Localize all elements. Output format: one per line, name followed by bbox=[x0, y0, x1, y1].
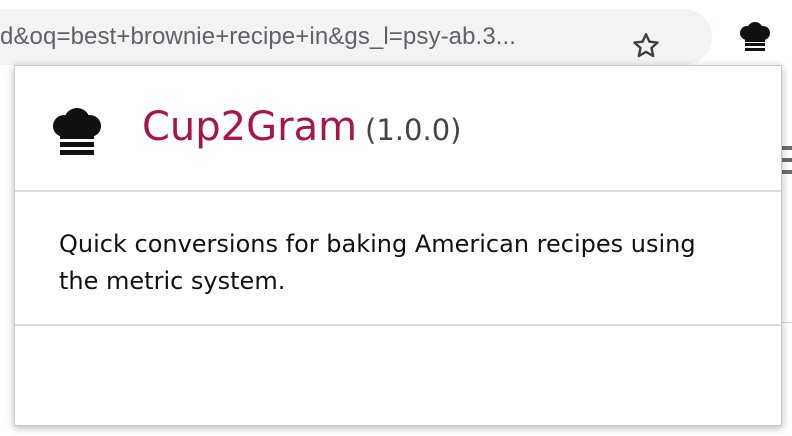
app-version: (1.0.0) bbox=[365, 113, 462, 147]
popup-footer bbox=[15, 326, 781, 425]
page-divider bbox=[782, 322, 792, 323]
app-name: Cup2Gram bbox=[142, 104, 358, 150]
popup-body: Quick conversions for baking American re… bbox=[15, 192, 781, 326]
popup-title: Cup2Gram (1.0.0) bbox=[142, 104, 461, 150]
app-description: Quick conversions for baking American re… bbox=[59, 230, 696, 295]
chef-hat-icon[interactable] bbox=[738, 22, 772, 52]
popup-header: Cup2Gram (1.0.0) bbox=[15, 66, 781, 192]
url-text[interactable]: d&oq=best+brownie+recipe+in&gs_l=psy-ab.… bbox=[0, 9, 612, 65]
chef-hat-icon bbox=[53, 108, 101, 155]
extension-popup: Cup2Gram (1.0.0) Quick conversions for ba… bbox=[14, 65, 782, 426]
address-bar[interactable]: d&oq=best+brownie+recipe+in&gs_l=psy-ab.… bbox=[0, 9, 712, 65]
star-icon[interactable] bbox=[630, 30, 662, 62]
